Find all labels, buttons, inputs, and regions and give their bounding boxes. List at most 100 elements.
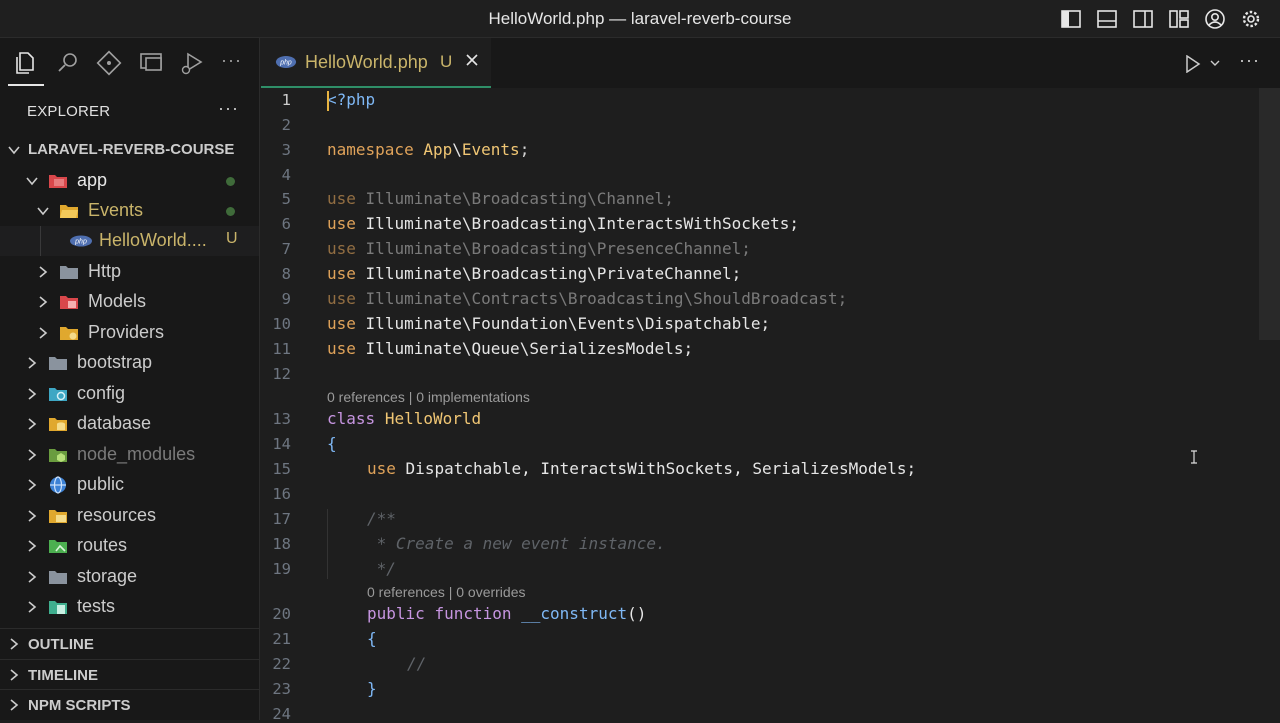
settings-gear-icon[interactable]: [1240, 8, 1262, 30]
code-line[interactable]: * Create a new event instance.: [367, 534, 666, 553]
code-line[interactable]: use Illuminate\Foundation\Events\Dispatc…: [327, 314, 770, 333]
code-token: (): [627, 604, 647, 623]
tree-item-http[interactable]: Http: [0, 257, 259, 287]
code-line[interactable]: use Illuminate\Broadcasting\Channel;: [327, 189, 674, 208]
section-label: TIMELINE: [28, 667, 98, 684]
customize-layout-icon[interactable]: [1168, 8, 1190, 30]
code-token: Events: [577, 314, 636, 333]
tree-label: app: [77, 170, 108, 190]
code-line[interactable]: use Illuminate\Broadcasting\InteractsWit…: [327, 214, 799, 233]
tab-label: HelloWorld.php: [305, 52, 428, 72]
tree-label: database: [77, 413, 152, 433]
code-token: SerializesModels: [529, 339, 684, 358]
tree-label: tests: [77, 596, 116, 616]
tree-label: public: [77, 474, 125, 494]
tree-item-helloworld-php[interactable]: php HelloWorld.... U: [0, 226, 259, 256]
code-token: PrivateChannel: [596, 264, 732, 283]
title-bar: HelloWorld.php — laravel-reverb-course: [0, 0, 1280, 38]
tree-item-events[interactable]: Events: [0, 196, 259, 226]
code-token: InteractsWithSockets: [596, 214, 790, 233]
tree-item-config[interactable]: config: [0, 379, 259, 409]
chevron-right-icon: [28, 479, 37, 491]
code-token: use: [327, 189, 356, 208]
tree-item-routes[interactable]: routes: [0, 531, 259, 561]
tab-helloworld-php[interactable]: php HelloWorld.php U: [261, 38, 491, 88]
toggle-panel-icon[interactable]: [1096, 8, 1118, 30]
workspace-root[interactable]: LARAVEL-REVERB-COURSE: [0, 135, 259, 165]
code-line[interactable]: {: [367, 629, 377, 648]
tree-item-app[interactable]: app: [0, 166, 259, 196]
code-token: ;: [789, 214, 800, 233]
editor-area: php HelloWorld.php U ··· 1 2 3 4 5 6 7 8…: [261, 38, 1280, 723]
code-line[interactable]: //: [407, 654, 426, 673]
vertical-scrollbar[interactable]: [1259, 88, 1280, 340]
tree-item-providers[interactable]: Providers: [0, 318, 259, 348]
code-token: Illuminate: [365, 314, 462, 333]
config-folder-icon: [49, 388, 67, 401]
code-token: Broadcasting: [471, 239, 588, 258]
code-token: PresenceChannel: [596, 239, 742, 258]
npm-scripts-section[interactable]: NPM SCRIPTS: [0, 689, 259, 719]
toggle-primary-sidebar-icon[interactable]: [1060, 8, 1082, 30]
chevron-down-icon: [8, 146, 20, 155]
php-file-icon: php: [275, 56, 297, 68]
code-line[interactable]: }: [367, 679, 377, 698]
tree-item-bootstrap[interactable]: bootstrap: [0, 348, 259, 378]
tree-item-resources[interactable]: resources: [0, 501, 259, 531]
code-line[interactable]: /**: [367, 509, 396, 528]
search-icon[interactable]: [55, 50, 81, 76]
source-control-icon[interactable]: [96, 50, 122, 76]
chevron-right-icon: [10, 699, 19, 711]
chevron-down-icon[interactable]: [1209, 58, 1221, 68]
close-icon[interactable]: [465, 53, 479, 67]
routes-folder-icon: [49, 540, 67, 553]
tree-label: node_modules: [77, 444, 196, 464]
tree-item-storage[interactable]: storage: [0, 562, 259, 592]
code-line[interactable]: public function __construct(): [367, 604, 646, 623]
code-line[interactable]: use Illuminate\Queue\SerializesModels;: [327, 339, 693, 358]
line-number: 21: [272, 630, 291, 648]
outline-section[interactable]: OUTLINE: [0, 628, 259, 658]
explorer-sidebar: ··· EXPLORER ··· LARAVEL-REVERB-COURSE a…: [0, 38, 260, 720]
line-number: 23: [272, 680, 291, 698]
code-line[interactable]: use Illuminate\Broadcasting\PresenceChan…: [327, 239, 751, 258]
section-label: OUTLINE: [28, 636, 94, 653]
code-line[interactable]: namespace App\Events;: [327, 140, 529, 159]
line-number: 17: [272, 510, 291, 528]
tree-item-tests[interactable]: tests: [0, 592, 259, 622]
more-icon[interactable]: ···: [221, 50, 242, 71]
tab-bar: php HelloWorld.php U ···: [261, 38, 1280, 88]
code-line[interactable]: */: [367, 559, 396, 578]
run-debug-icon[interactable]: [179, 50, 205, 76]
run-icon[interactable]: [1185, 55, 1201, 73]
explorer-more-button[interactable]: ···: [218, 98, 239, 119]
line-number: 18: [272, 535, 291, 553]
editor-more-button[interactable]: ···: [1239, 50, 1260, 71]
chevron-right-icon: [28, 510, 37, 522]
chevron-right-icon: [10, 638, 19, 650]
code-line[interactable]: <?php: [327, 90, 375, 109]
code-line[interactable]: class HelloWorld: [327, 409, 481, 428]
tree-item-node-modules[interactable]: node_modules: [0, 440, 259, 470]
codelens-references[interactable]: 0 references | 0 implementations: [327, 389, 530, 405]
code-token: Broadcasting: [567, 289, 684, 308]
line-number: 16: [272, 485, 291, 503]
toggle-secondary-sidebar-icon[interactable]: [1132, 8, 1154, 30]
codelens-references[interactable]: 0 references | 0 overrides: [367, 584, 526, 600]
accounts-icon[interactable]: [1204, 8, 1226, 30]
explorer-icon[interactable]: [13, 50, 39, 76]
code-line[interactable]: use Illuminate\Broadcasting\PrivateChann…: [327, 264, 741, 283]
tree-item-public[interactable]: public: [0, 470, 259, 500]
tree-item-models[interactable]: Models: [0, 287, 259, 317]
tree-item-database[interactable]: database: [0, 409, 259, 439]
code-token: ;: [760, 314, 771, 333]
timeline-section[interactable]: TIMELINE: [0, 659, 259, 689]
code-line[interactable]: use Illuminate\Contracts\Broadcasting\Sh…: [327, 289, 847, 308]
line-number: 6: [281, 215, 291, 233]
code-line[interactable]: {: [327, 434, 337, 453]
node-modules-folder-icon: [49, 449, 67, 462]
code-line[interactable]: use Dispatchable, InteractsWithSockets, …: [367, 459, 916, 478]
database-folder-icon: [49, 418, 67, 431]
remote-explorer-icon[interactable]: [138, 50, 164, 76]
folder-icon: [49, 571, 67, 584]
